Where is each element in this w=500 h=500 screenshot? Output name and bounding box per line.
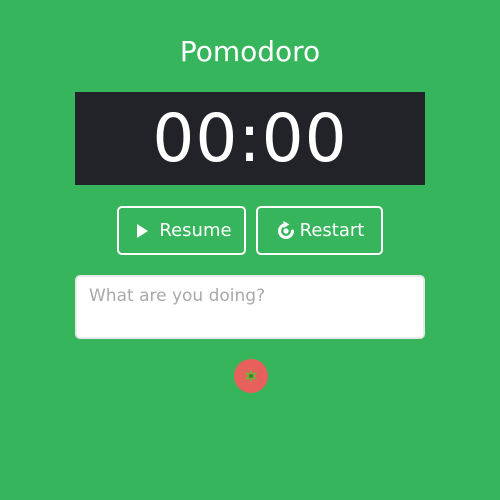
tomato-button[interactable] — [234, 359, 268, 393]
restart-label: Restart — [299, 220, 365, 241]
restart-button[interactable]: Restart — [256, 206, 383, 255]
resume-button[interactable]: Resume — [117, 206, 246, 255]
pomodoro-app: Pomodoro 00:00 Resume Restart — [0, 0, 500, 500]
page-title: Pomodoro — [179, 35, 321, 68]
resume-label: Resume — [159, 220, 232, 241]
tomato-icon — [243, 368, 259, 384]
restart-icon — [275, 220, 297, 242]
timer-display: 00:00 — [75, 92, 425, 185]
play-icon — [131, 220, 153, 242]
task-input[interactable] — [75, 275, 425, 339]
